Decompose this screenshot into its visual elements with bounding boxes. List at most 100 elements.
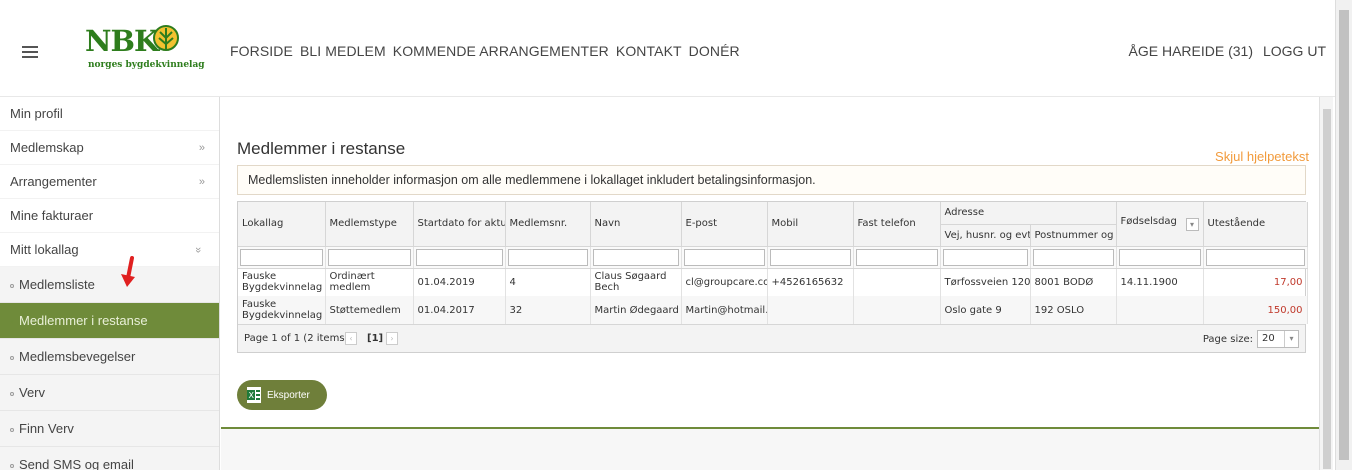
col-header-fast-telefon[interactable]: Fast telefon — [853, 202, 941, 247]
content-panel: Medlemmer i restanse Skjul hjelpetekst M… — [221, 97, 1319, 429]
bullet-icon — [10, 319, 14, 324]
col-header-fodselsdag[interactable]: Fødselsdag ▾ — [1116, 202, 1204, 247]
sidebar-item-label: Medlemskap — [10, 140, 84, 155]
cell-vej: Oslo gate 9 — [940, 296, 1031, 324]
col-header-lokallag[interactable]: Lokallag — [238, 202, 326, 247]
sidebar-subitem-send-sms[interactable]: Send SMS og email — [0, 447, 219, 470]
cell-mobil — [767, 296, 854, 324]
cell-fast-telefon — [853, 296, 941, 324]
sidebar-subitem-medlemsbevegelser[interactable]: Medlemsbevegelser — [0, 339, 219, 375]
col-header-medlemsnr[interactable]: Medlemsnr. — [505, 202, 591, 247]
sidebar-item-label: Arrangementer — [10, 174, 97, 189]
nav-forside[interactable]: FORSIDE — [230, 43, 293, 59]
filter-input-medlemsnr[interactable] — [507, 248, 588, 266]
page-size-value: 20 — [1262, 333, 1275, 344]
cell-medlemsnr: 4 — [505, 268, 591, 296]
col-header-startdato[interactable]: Startdato for aktu — [413, 202, 506, 247]
sidebar-subitem-medlemsliste[interactable]: Medlemsliste — [0, 267, 219, 303]
sidebar-subitem-label: Medlemsliste — [19, 277, 95, 292]
filter-input-postnummer[interactable] — [1032, 248, 1114, 266]
page-size-select[interactable]: 20 ▾ — [1257, 330, 1299, 348]
filter-input-navn[interactable] — [592, 248, 679, 266]
filter-input-mobil[interactable] — [769, 248, 851, 266]
logo-subtitle: norges bygdekvinnelag — [88, 60, 205, 70]
filter-row — [238, 246, 1308, 269]
sidebar-subitem-label: Medlemmer i restanse — [19, 313, 148, 328]
main-content: Medlemmer i restanse Skjul hjelpetekst M… — [221, 97, 1319, 470]
sidebar: Min profil Medlemskap » Arrangementer » Mi… — [0, 97, 220, 470]
sidebar-subitem-label: Send SMS og email — [19, 457, 134, 470]
col-header-postnummer[interactable]: Postnummer og by — [1030, 224, 1117, 247]
prev-page-icon[interactable]: ‹ — [345, 332, 357, 345]
nbk-logo[interactable]: NBK norges bygdekvinnelag — [78, 22, 205, 80]
content-scrollbar[interactable] — [1319, 97, 1333, 470]
nav-kontakt[interactable]: KONTAKT — [616, 43, 682, 59]
chevron-down-icon: ▾ — [1284, 331, 1298, 347]
cell-fast-telefon — [853, 268, 941, 296]
top-header: NBK norges bygdekvinnelag FORSIDE BLI ME… — [0, 0, 1352, 97]
col-header-medlemstype[interactable]: Medlemstype — [325, 202, 414, 247]
sidebar-subitem-finn-verv[interactable]: Finn Verv — [0, 411, 219, 447]
nav-kommende-arrangementer[interactable]: KOMMENDE ARRANGEMENTER — [393, 43, 609, 59]
pager-info: Page 1 of 1 (2 items) — [244, 333, 349, 344]
cell-vej: Tørfossveien 120 — [940, 268, 1031, 296]
nav-bli-medlem[interactable]: BLI MEDLEM — [300, 43, 386, 59]
page-size-control: Page size: 20 ▾ — [1203, 330, 1299, 348]
sidebar-item-min-profil[interactable]: Min profil — [0, 97, 219, 131]
cell-utestaende: 150,00 — [1203, 296, 1308, 324]
logout-link[interactable]: LOGG UT — [1263, 43, 1326, 59]
sidebar-item-arrangementer[interactable]: Arrangementer » — [0, 165, 219, 199]
sidebar-subitem-verv[interactable]: Verv — [0, 375, 219, 411]
help-text-box: Medlemslisten inneholder informasjon om … — [237, 165, 1306, 195]
sidebar-subitem-label: Finn Verv — [19, 421, 74, 436]
current-page[interactable]: [1] — [367, 333, 383, 344]
logo-text: NBK — [85, 24, 159, 58]
members-grid: Lokallag Medlemstype Startdato for aktu … — [237, 201, 1308, 353]
nav-doner[interactable]: DONÉR — [689, 43, 740, 59]
export-label: Eksporter — [267, 389, 310, 401]
sidebar-item-mitt-lokallag[interactable]: Mitt lokallag » — [0, 233, 219, 267]
sidebar-item-mine-fakturaer[interactable]: Mine fakturaer — [0, 199, 219, 233]
filter-input-lokallag[interactable] — [240, 248, 323, 266]
sidebar-item-medlemskap[interactable]: Medlemskap » — [0, 131, 219, 165]
filter-dropdown-icon[interactable]: ▾ — [1185, 218, 1199, 232]
col-header-adresse: Adresse — [940, 202, 1117, 225]
table-row[interactable]: Fauske Bygdekvinnelag Ordinært medlem 01… — [238, 268, 1308, 296]
sidebar-subitem-label: Medlemsbevegelser — [19, 349, 136, 364]
user-name[interactable]: ÅGE HAREIDE (31) — [1129, 43, 1253, 59]
bullet-icon — [10, 355, 14, 360]
cell-epost: cl@groupcare.com — [681, 268, 768, 296]
col-header-epost[interactable]: E-post — [681, 202, 768, 247]
hide-help-link[interactable]: Skjul hjelpetekst — [1215, 149, 1309, 164]
pager: Page 1 of 1 (2 items) ‹ [1] › Page size:… — [238, 324, 1305, 352]
col-header-vej[interactable]: Vej, husnr. og evt. — [940, 224, 1031, 247]
cell-medlemstype: Støttemedlem — [325, 296, 414, 324]
col-header-mobil[interactable]: Mobil — [767, 202, 854, 247]
table-row[interactable]: Fauske Bygdekvinnelag Støttemedlem 01.04… — [238, 296, 1308, 324]
sidebar-subitem-label: Verv — [19, 385, 46, 400]
filter-input-startdato[interactable] — [415, 248, 503, 266]
cell-medlemsnr: 32 — [505, 296, 591, 324]
bullet-icon — [10, 463, 14, 468]
col-header-navn[interactable]: Navn — [590, 202, 682, 247]
sidebar-subitem-medlemmer-i-restanse[interactable]: Medlemmer i restanse — [0, 303, 219, 339]
col-header-utestaende[interactable]: Utestående — [1203, 202, 1308, 247]
filter-input-vej[interactable] — [942, 248, 1028, 266]
content-scroll-thumb[interactable] — [1323, 109, 1331, 469]
next-page-icon[interactable]: › — [386, 332, 398, 345]
bullet-icon — [10, 391, 14, 396]
page-scroll-thumb[interactable] — [1339, 10, 1349, 460]
cell-mobil: +4526165632 — [767, 268, 854, 296]
filter-input-medlemstype[interactable] — [327, 248, 411, 266]
export-button[interactable]: X Eksporter — [237, 380, 327, 410]
hamburger-menu-icon[interactable] — [22, 46, 38, 58]
filter-input-epost[interactable] — [683, 248, 765, 266]
fodselsdag-label: Fødselsdag — [1120, 216, 1177, 228]
filter-input-utestaende[interactable] — [1205, 248, 1305, 266]
cell-utestaende: 17,00 — [1203, 268, 1308, 296]
filter-input-fodselsdag[interactable] — [1118, 248, 1201, 266]
page-scrollbar[interactable] — [1335, 0, 1352, 470]
cell-startdato: 01.04.2019 — [413, 268, 506, 296]
filter-input-fast-telefon[interactable] — [855, 248, 938, 266]
bullet-icon — [10, 427, 14, 432]
